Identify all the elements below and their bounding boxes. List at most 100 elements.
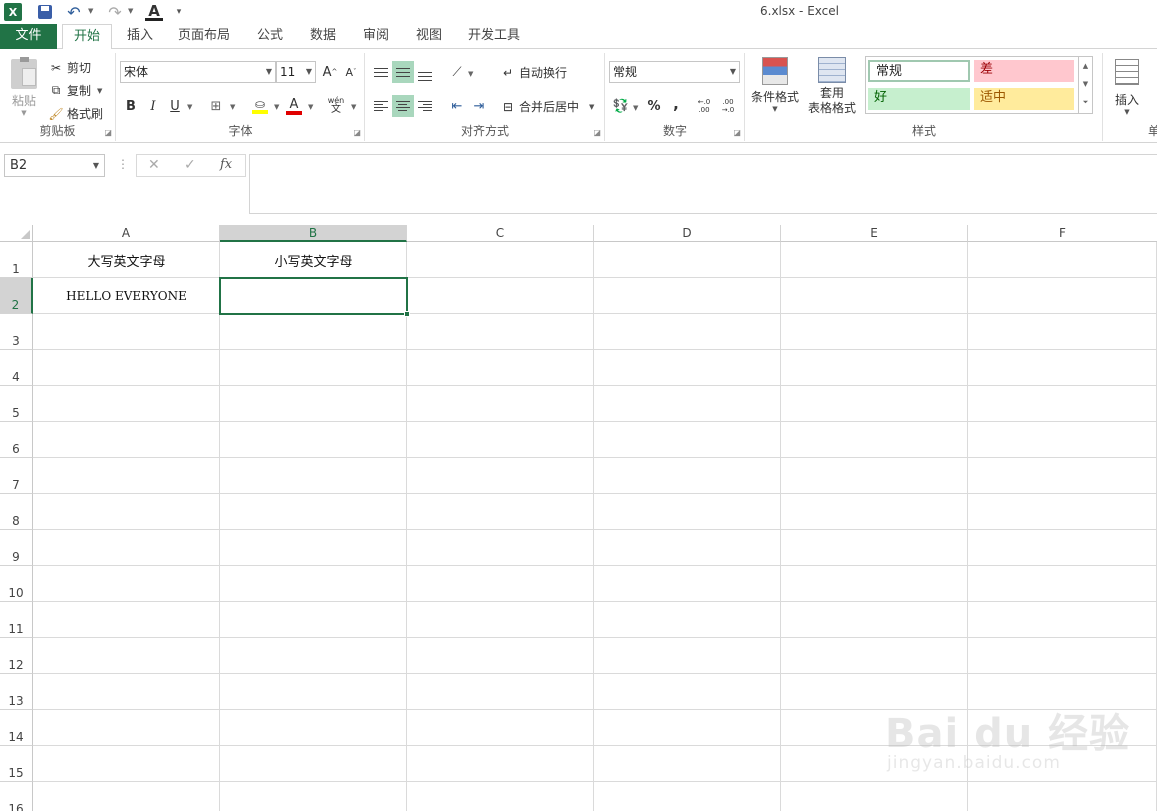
grid-cell[interactable] xyxy=(781,782,968,811)
comma-button[interactable]: , xyxy=(665,93,687,115)
grid-cell[interactable] xyxy=(220,674,407,710)
cancel-icon[interactable]: ✕ xyxy=(148,157,160,173)
grid-cell[interactable] xyxy=(781,350,968,386)
tab-formulas[interactable]: 公式 xyxy=(248,24,292,49)
tab-insert[interactable]: 插入 xyxy=(117,24,163,49)
column-header-f[interactable]: F xyxy=(968,225,1157,242)
grid-cell[interactable] xyxy=(407,710,594,746)
phonetic-dropdown-icon[interactable]: ▼ xyxy=(351,103,356,111)
grid-cell[interactable] xyxy=(781,638,968,674)
grid-cell[interactable] xyxy=(781,386,968,422)
grid-cell[interactable] xyxy=(220,386,407,422)
grid-cell[interactable] xyxy=(968,314,1157,350)
grid-cell[interactable] xyxy=(407,530,594,566)
accounting-dropdown-icon[interactable]: ▼ xyxy=(633,104,638,112)
tab-file[interactable]: 文件 xyxy=(0,24,57,49)
align-center-button[interactable] xyxy=(392,95,414,117)
copy-button[interactable]: ⧉ 复制 ▼ xyxy=(48,82,103,99)
grid-cell[interactable] xyxy=(407,350,594,386)
grid-cell[interactable] xyxy=(968,458,1157,494)
font-size-combo[interactable]: 11 ▼ xyxy=(276,61,316,83)
grid-cell[interactable] xyxy=(33,530,220,566)
grid-cell[interactable] xyxy=(968,278,1157,314)
align-bottom-button[interactable] xyxy=(414,61,436,83)
grid-cell[interactable] xyxy=(594,422,781,458)
row-header-3[interactable]: 3 xyxy=(0,314,33,350)
grid-cell[interactable] xyxy=(968,422,1157,458)
formula-input[interactable] xyxy=(249,154,1157,214)
decrease-decimal-button[interactable]: .00 →.0 xyxy=(717,95,739,117)
border-dropdown-icon[interactable]: ▼ xyxy=(230,103,235,111)
grid-cell[interactable] xyxy=(594,350,781,386)
row-header-14[interactable]: 14 xyxy=(0,710,33,746)
select-all-corner[interactable] xyxy=(0,225,33,242)
underline-dropdown-icon[interactable]: ▼ xyxy=(187,103,192,111)
gallery-up-icon[interactable]: ▲ xyxy=(1079,57,1092,75)
row-header-6[interactable]: 6 xyxy=(0,422,33,458)
row-header-5[interactable]: 5 xyxy=(0,386,33,422)
grid-cell[interactable] xyxy=(33,674,220,710)
orientation-dropdown-icon[interactable]: ▼ xyxy=(468,70,473,78)
column-header-a[interactable]: A xyxy=(33,225,220,242)
grid-cell[interactable] xyxy=(220,314,407,350)
row-header-11[interactable]: 11 xyxy=(0,602,33,638)
font-color-button[interactable]: A xyxy=(283,95,305,117)
cell-b1[interactable]: 小写英文字母 xyxy=(220,242,407,278)
number-launcher-icon[interactable]: ◪ xyxy=(733,128,741,137)
shrink-font-button[interactable]: Aˇ xyxy=(340,61,362,83)
row-header-10[interactable]: 10 xyxy=(0,566,33,602)
align-top-button[interactable] xyxy=(370,61,392,83)
row-header-9[interactable]: 9 xyxy=(0,530,33,566)
row-header-2[interactable]: 2 xyxy=(0,278,33,314)
grid-cell[interactable] xyxy=(594,314,781,350)
grid-cell[interactable] xyxy=(781,242,968,278)
conditional-formatting-button[interactable]: 条件格式 ▼ xyxy=(750,57,800,113)
enter-icon[interactable]: ✓ xyxy=(184,157,196,173)
row-header-7[interactable]: 7 xyxy=(0,458,33,494)
grid-cell[interactable] xyxy=(220,746,407,782)
grid-cell[interactable] xyxy=(33,782,220,811)
style-normal[interactable]: 常规 xyxy=(868,60,970,82)
tab-home[interactable]: 开始 xyxy=(62,24,112,50)
grid-cell[interactable] xyxy=(220,566,407,602)
grid-cell[interactable] xyxy=(33,350,220,386)
grid-cell[interactable] xyxy=(407,782,594,811)
format-painter-button[interactable]: 🖌 格式刷 xyxy=(48,105,103,122)
grid-cell[interactable] xyxy=(594,566,781,602)
grid-cell[interactable] xyxy=(407,242,594,278)
number-format-combo[interactable]: 常规 ▼ xyxy=(609,61,740,83)
formula-bar-grip-icon[interactable]: ⋮ xyxy=(117,157,129,171)
grid-cell[interactable] xyxy=(781,458,968,494)
grid-cell[interactable] xyxy=(968,350,1157,386)
grid-cell[interactable] xyxy=(968,242,1157,278)
grid-cell[interactable] xyxy=(594,710,781,746)
grid-cell[interactable] xyxy=(781,314,968,350)
grid-cell[interactable] xyxy=(594,278,781,314)
tab-developer[interactable]: 开发工具 xyxy=(460,24,528,49)
font-color-dropdown-icon[interactable]: ▼ xyxy=(308,103,313,111)
grid-cell[interactable] xyxy=(594,638,781,674)
grid-cell[interactable] xyxy=(33,494,220,530)
grid-cell[interactable] xyxy=(33,422,220,458)
wrap-text-button[interactable]: ↵ 自动换行 xyxy=(500,64,567,81)
fill-color-button[interactable]: ⛀ xyxy=(249,95,271,117)
grid-cell[interactable] xyxy=(407,746,594,782)
alignment-launcher-icon[interactable]: ◪ xyxy=(593,128,601,137)
column-header-b[interactable]: B xyxy=(220,225,407,242)
font-name-combo[interactable]: 宋体 ▼ xyxy=(120,61,276,83)
insert-function-icon[interactable]: fx xyxy=(220,157,232,172)
align-left-button[interactable] xyxy=(370,95,392,117)
decrease-indent-button[interactable]: ⇤ xyxy=(446,95,468,117)
clipboard-launcher-icon[interactable]: ◪ xyxy=(104,128,112,137)
grid-cell[interactable] xyxy=(594,782,781,811)
cut-button[interactable]: ✂ 剪切 xyxy=(48,59,91,76)
format-as-table-button[interactable]: 套用 表格格式 xyxy=(802,57,862,116)
phonetic-button[interactable]: wén 文 xyxy=(325,94,347,116)
grid-cell[interactable] xyxy=(781,602,968,638)
grid-cell[interactable] xyxy=(407,314,594,350)
style-neutral[interactable]: 适中 xyxy=(974,88,1074,110)
gallery-scroll[interactable]: ▲ ▼ ⏷ xyxy=(1078,57,1092,113)
font-launcher-icon[interactable]: ◪ xyxy=(353,128,361,137)
fill-color-dropdown-icon[interactable]: ▼ xyxy=(274,103,279,111)
align-middle-button[interactable] xyxy=(392,61,414,83)
